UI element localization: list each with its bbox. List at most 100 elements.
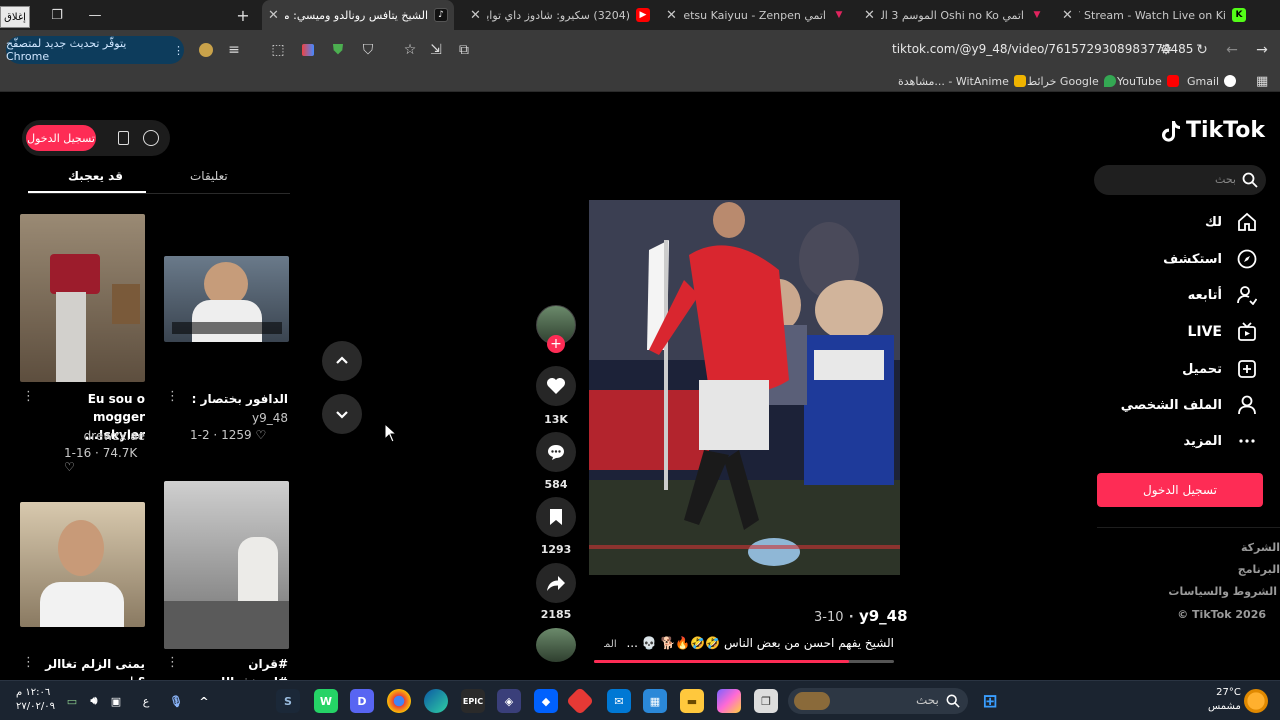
tab-zenpen[interactable]: ▼ اتمي Shimetsu Kaiyuu - Zenpen ✕ <box>660 0 852 30</box>
video-user[interactable]: drewzx.ae <box>36 429 145 443</box>
sidebar-item-more[interactable]: المزيد <box>1183 429 1258 453</box>
creator-username[interactable]: y9_48 <box>859 607 908 625</box>
kebab-icon: ⋮ <box>173 43 184 57</box>
network-icon[interactable]: ▣ <box>104 689 128 713</box>
task-view-icon[interactable]: ❐ <box>754 689 778 713</box>
discord-icon[interactable]: D <box>350 689 374 713</box>
video-user[interactable]: y9_48 <box>170 411 288 425</box>
whatsapp-icon[interactable]: W <box>314 689 338 713</box>
weather-desc: مشمس <box>1208 701 1241 712</box>
close-tab-icon[interactable]: ✕ <box>470 8 481 23</box>
bookmark-maps[interactable]: خرائط Google <box>1027 73 1116 89</box>
extensions-icon[interactable]: ⬚ <box>268 40 288 60</box>
tiktok-logo[interactable]: TikTok <box>1160 118 1265 143</box>
sidebar-login-button[interactable]: تسجيل الدخول <box>1097 473 1263 507</box>
comment-button[interactable] <box>536 432 576 472</box>
sidebar-item-following[interactable]: أتابعه <box>1188 283 1258 307</box>
device-icon[interactable] <box>118 131 129 145</box>
bookmark-witanime[interactable]: مشاهدة... - WitAnime <box>898 73 1026 89</box>
dropbox-icon[interactable]: ◆ <box>534 689 558 713</box>
steam-icon[interactable]: S <box>276 689 300 713</box>
video-thumbnail[interactable] <box>164 481 289 649</box>
extension-color-icon[interactable] <box>298 40 318 60</box>
mail-icon[interactable]: ✉ <box>607 689 631 713</box>
tab-kick[interactable]: K Nxv7 Stream - Watch Live on Ki ✕ <box>1056 0 1252 30</box>
bookmark-star-icon[interactable]: ☆ <box>400 40 420 60</box>
system-clock[interactable]: ١٢:٠٦ م ٢٧/٠٢/٠٩ <box>16 686 55 714</box>
sidebar-item-upload[interactable]: تحميل <box>1182 357 1258 381</box>
compass-icon[interactable] <box>143 130 159 146</box>
search-input[interactable]: بحث <box>1094 165 1266 195</box>
video-thumbnail[interactable] <box>20 502 145 627</box>
video-title[interactable]: الدافور بختصار : <box>170 390 288 408</box>
extension-avatar-icon[interactable] <box>196 40 216 60</box>
sidebar-item-foryou[interactable]: لك <box>1205 210 1258 234</box>
tab-for-you[interactable]: قد يعجبك <box>68 169 123 183</box>
video-player[interactable] <box>589 200 900 575</box>
close-tab-icon[interactable]: ✕ <box>864 8 875 23</box>
site-settings-icon[interactable]: ⚙ <box>1156 40 1176 60</box>
all-bookmarks-icon[interactable]: ▦ <box>1256 73 1268 89</box>
translate-icon[interactable]: ⧉ <box>454 40 474 60</box>
edge-icon[interactable] <box>424 689 448 713</box>
video-thumbnail[interactable] <box>164 256 289 342</box>
tiktok-note-icon <box>1162 120 1180 142</box>
file-explorer-icon[interactable]: ▬ <box>680 689 704 713</box>
close-tab-icon[interactable]: ✕ <box>268 8 279 23</box>
like-button[interactable] <box>536 366 576 406</box>
restore-button[interactable]: ❐ <box>38 0 76 30</box>
follow-plus-icon[interactable]: + <box>547 335 565 353</box>
video-progress-bar[interactable] <box>594 660 894 663</box>
tab-tiktok[interactable]: ♪ الشيخ يتافس رونالدو وميسي: من ✕ <box>262 0 454 30</box>
reload-icon[interactable]: ↻ <box>1192 40 1212 60</box>
epic-games-icon[interactable]: EPIC <box>461 689 485 713</box>
sidebar-item-explore[interactable]: استكشف <box>1163 247 1258 271</box>
tab-comments[interactable]: تعليقات <box>190 169 228 183</box>
login-button[interactable]: تسجيل الدخول <box>26 125 96 151</box>
copilot-icon[interactable] <box>717 689 741 713</box>
share-button[interactable] <box>536 563 576 603</box>
previous-video-button[interactable] <box>322 341 362 381</box>
next-video-button[interactable] <box>322 394 362 434</box>
tab-youtube[interactable]: ▶ (3204) سكيرو: شادوز داي توايس ✕ <box>464 0 656 30</box>
battery-icon[interactable]: ▭ <box>60 689 84 713</box>
show-hidden-icons[interactable]: ^ <box>192 689 216 713</box>
back-icon[interactable]: → <box>1252 40 1272 60</box>
address-bar[interactable]: tiktok.com/@y9_48/video/7615729308983774… <box>892 42 1193 56</box>
volume-icon[interactable]: 🔊︎ <box>82 689 106 713</box>
taskbar-search[interactable] <box>788 688 968 714</box>
sidebar-item-profile[interactable]: الملف الشخصي <box>1121 393 1258 417</box>
more-icon[interactable]: ⋮ <box>22 655 35 670</box>
app-diamond-icon[interactable] <box>565 686 595 716</box>
start-windows-icon[interactable]: ⊞ <box>978 689 1002 713</box>
privacy-shield-icon[interactable]: ⛉ <box>358 40 378 60</box>
shield-icon[interactable]: ⛊ <box>328 40 348 60</box>
new-tab-button[interactable]: + <box>224 0 262 30</box>
footer-program[interactable]: البرنامج <box>1238 563 1280 576</box>
comment-icon <box>548 445 564 460</box>
store-icon[interactable]: ▦ <box>643 689 667 713</box>
bookmark-youtube[interactable]: YouTube <box>1117 73 1179 89</box>
more-icon[interactable]: ⋮ <box>22 389 35 404</box>
forward-icon[interactable]: ← <box>1222 40 1242 60</box>
bookmark-gmail[interactable]: Gmail <box>1187 73 1237 89</box>
video-thumbnail[interactable] <box>20 214 145 382</box>
save-button[interactable] <box>536 497 576 537</box>
app-icon[interactable]: ◈ <box>497 689 521 713</box>
weather-widget[interactable]: 27°C مشمس <box>1208 686 1241 714</box>
close-tab-icon[interactable]: ✕ <box>666 8 677 23</box>
language-indicator[interactable]: ع <box>134 689 158 713</box>
minimize-button[interactable]: — <box>76 0 114 30</box>
chrome-icon[interactable] <box>387 689 411 713</box>
microphone-icon[interactable]: 🎙︎ <box>164 689 188 713</box>
sound-avatar[interactable] <box>536 628 576 662</box>
media-control-icon[interactable]: ≡ <box>224 40 244 60</box>
install-app-icon[interactable]: ⇲ <box>426 40 446 60</box>
footer-terms[interactable]: الشروط والسياسات <box>1168 585 1277 598</box>
close-tab-icon[interactable]: ✕ <box>1062 8 1073 23</box>
caption-more[interactable]: المزيد <box>604 639 617 650</box>
footer-company[interactable]: الشركة <box>1241 541 1280 554</box>
chrome-update-button[interactable]: يتوفّر تحديث جديد لمتصفّح Chrome ⋮ <box>6 36 184 64</box>
tab-oshinoko[interactable]: ▼ اتمي Oshi no Ko الموسم 3 الحلقة ✕ <box>858 0 1050 30</box>
sidebar-item-live[interactable]: LIVE <box>1187 320 1258 344</box>
